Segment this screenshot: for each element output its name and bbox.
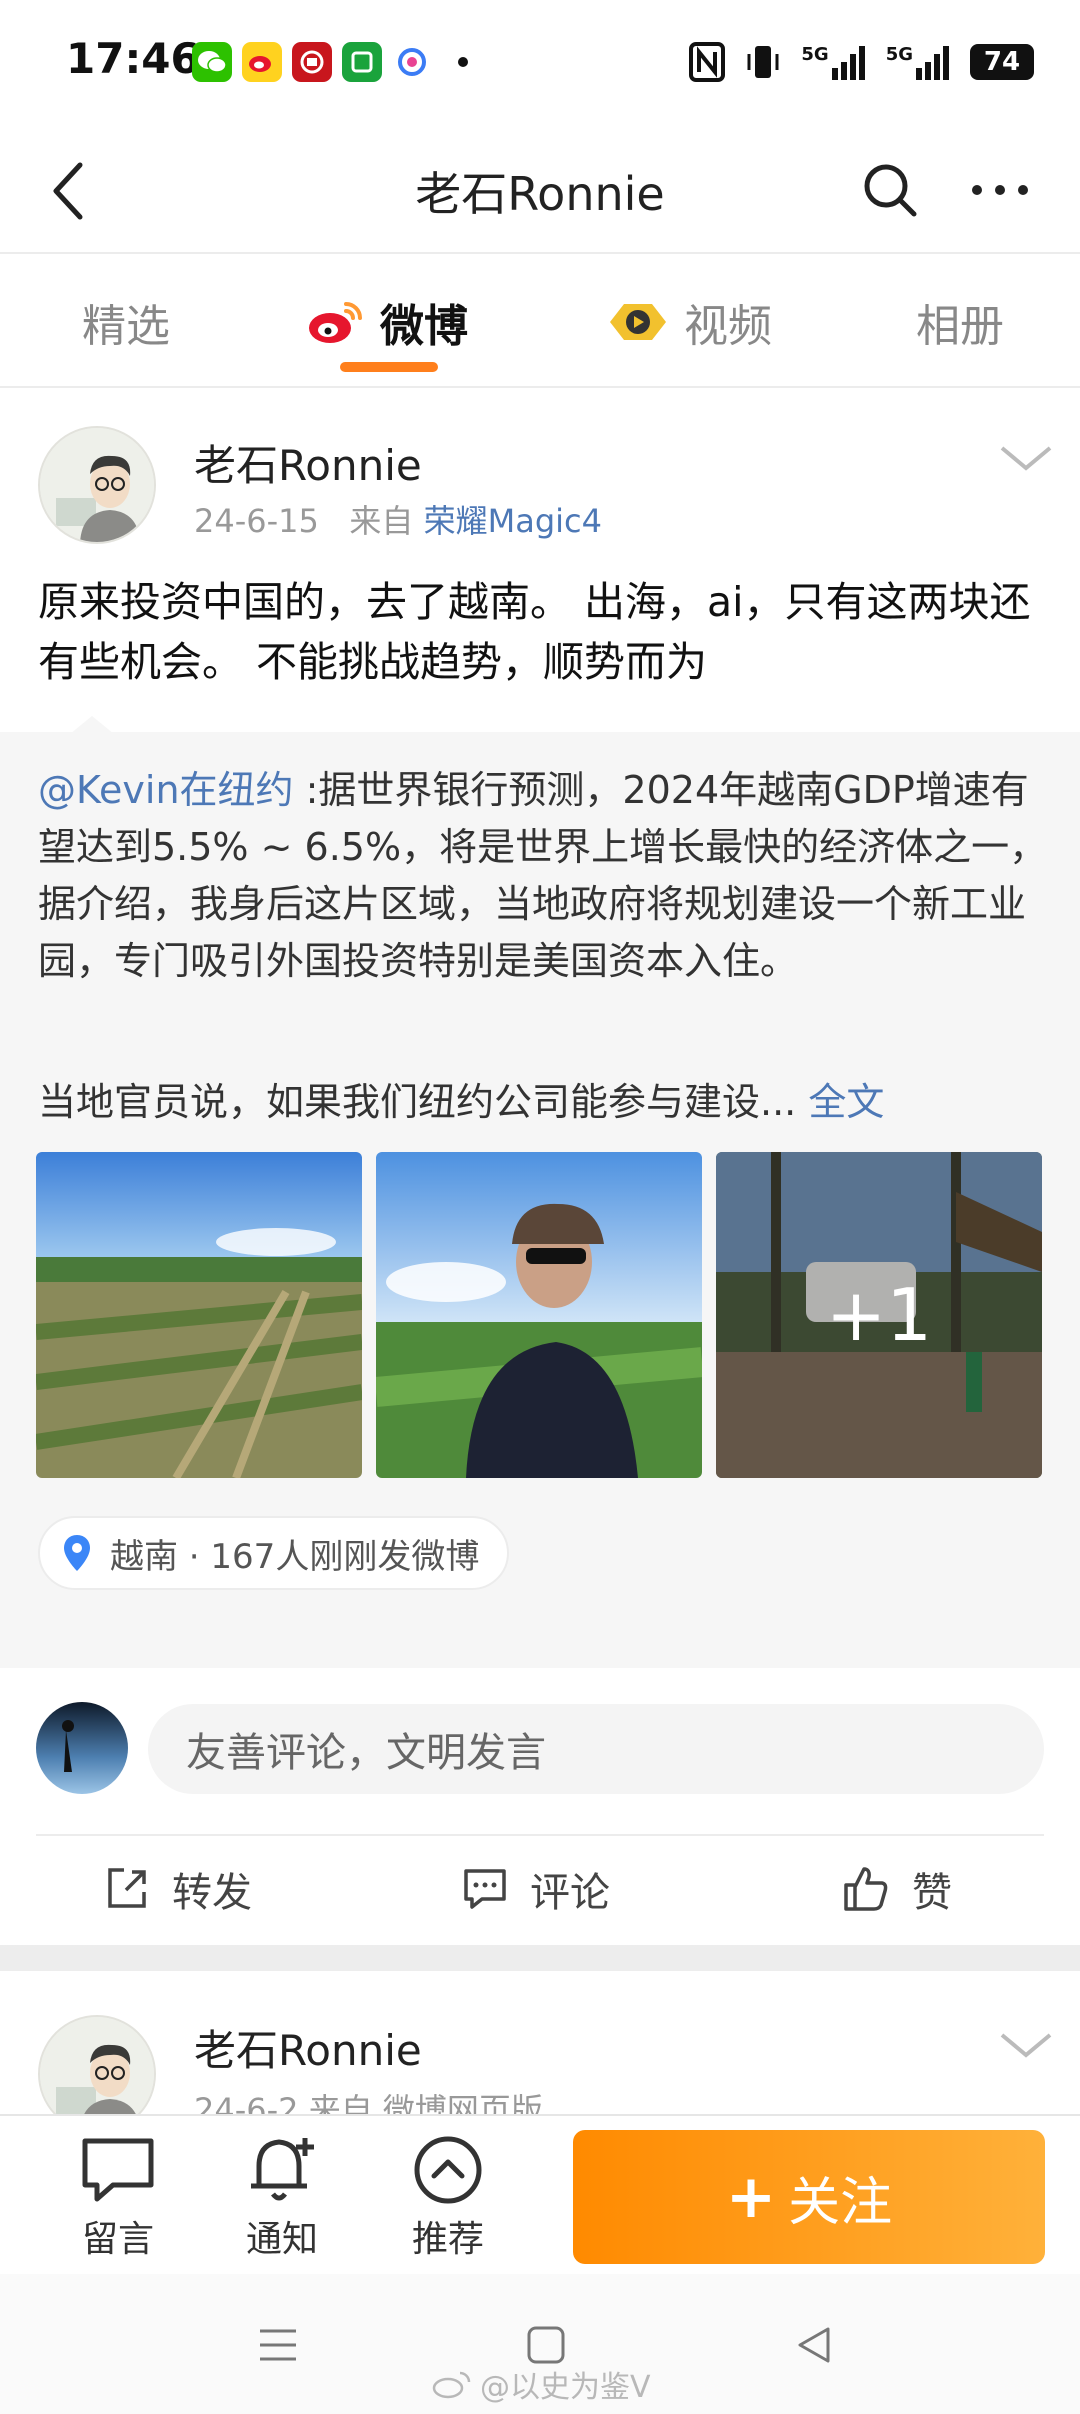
battery-indicator: 74 (970, 44, 1034, 80)
system-back-button[interactable] (774, 2310, 854, 2380)
signal-5g-2: 5G (886, 44, 950, 80)
author-name[interactable]: 老石Ronnie (194, 432, 422, 493)
watermark: @以史为鉴V (432, 2362, 651, 2406)
user-avatar[interactable] (36, 1702, 128, 1794)
weibo-icon (242, 42, 282, 82)
repost-text: @Kevin在纽约 :据世界银行预测，2024年越南GDP增速有望达到5.5% … (38, 762, 1048, 990)
location-text: 越南 · 167人刚刚发微博 (110, 1536, 480, 1577)
triangle-back-icon (798, 2327, 830, 2363)
more-dots-icon (972, 185, 1028, 195)
weibo-watermark-icon (432, 2371, 471, 2399)
location-chip[interactable]: 越南 · 167人刚刚发微博 (38, 1516, 510, 1590)
post-photo-1[interactable] (36, 1152, 362, 1478)
message-button[interactable]: 留言 (58, 2134, 178, 2262)
vibrate-icon (747, 46, 779, 78)
signal-bars-icon (831, 46, 865, 80)
menu-icon (260, 2329, 296, 2361)
post-device[interactable]: 荣耀Magic4 (424, 502, 602, 540)
chevron-down-icon[interactable] (998, 440, 1054, 476)
comment-button[interactable]: 评论 (462, 1836, 610, 1942)
profile-tabs: 精选 微博 视频 相册 (0, 256, 1080, 388)
signal-5g-1: 5G (801, 44, 865, 80)
plus-icon: + (725, 2162, 777, 2232)
source-prefix: 来自 (349, 502, 414, 540)
follow-button[interactable]: + 关注 (573, 2130, 1045, 2264)
chevron-up-circle-icon (406, 2134, 490, 2206)
wechat-icon (192, 42, 232, 82)
post-separator (0, 1945, 1080, 1971)
repost-button[interactable]: 转发 (104, 1836, 252, 1942)
bank-app-icon (292, 42, 332, 82)
post-date: 24-6-15 (194, 502, 319, 540)
circle-app-icon (392, 42, 432, 82)
top-nav-bar: 老石Ronnie (0, 128, 1080, 254)
repost-text-continued: 当地官员说，如果我们纽约公司能参与建设... 全文 (38, 1080, 885, 1124)
bottom-action-bar: 留言 通知 推荐 + 关注 (0, 2114, 1080, 2274)
post-photo-2[interactable] (376, 1152, 702, 1478)
post-action-bar: 转发 评论 赞 (0, 1836, 1080, 1942)
recommend-button[interactable]: 推荐 (388, 2134, 508, 2262)
more-options-button[interactable] (960, 154, 1040, 226)
bell-plus-icon (240, 2134, 324, 2206)
signal-bars-icon (916, 46, 949, 80)
notify-button[interactable]: 通知 (222, 2134, 342, 2262)
active-tab-indicator (340, 362, 438, 372)
more-notifications-dot (458, 57, 468, 67)
tab-weibo[interactable]: 微博 (306, 292, 468, 352)
location-pin-icon (64, 1535, 90, 1571)
video-badge-icon (610, 304, 666, 340)
share-icon (108, 1868, 146, 1908)
green-app-icon (342, 42, 382, 82)
comment-row: 友善评论，文明发言 (0, 1668, 1080, 1814)
comment-input[interactable]: 友善评论，文明发言 (148, 1704, 1044, 1794)
tab-featured[interactable]: 精选 (82, 292, 170, 352)
thumbs-up-icon (844, 1867, 888, 1911)
status-bar: 17:46 5G 5G 74 (0, 0, 1080, 128)
reposted-content[interactable]: @Kevin在纽约 :据世界银行预测，2024年越南GDP增速有望达到5.5% … (0, 732, 1080, 1668)
nfc-icon (689, 42, 726, 82)
tab-video[interactable]: 视频 (606, 292, 772, 352)
search-button[interactable] (854, 154, 926, 226)
recent-apps-button[interactable] (238, 2310, 318, 2380)
status-notification-icons (192, 42, 468, 82)
post-meta: 24-6-15 来自 荣耀Magic4 (194, 496, 602, 542)
mention-link[interactable]: @Kevin在纽约 (38, 768, 294, 812)
tab-album[interactable]: 相册 (916, 292, 1004, 352)
message-icon (76, 2134, 160, 2206)
comment-icon (464, 1869, 506, 1909)
search-icon (864, 164, 917, 217)
more-photos-count: +1 (716, 1152, 1042, 1478)
weibo-post-2: 老石Ronnie 24-6-2 来自 微博网页版 (0, 1971, 1080, 2114)
author-name[interactable]: 老石Ronnie (194, 2017, 422, 2078)
full-text-link[interactable]: 全文 (808, 1080, 884, 1124)
status-time: 17:46 (66, 34, 200, 83)
post-text: 原来投资中国的，去了越南。 出海，ai，只有这两块还有些机会。 不能挑战趋势，顺… (38, 578, 1031, 686)
like-button[interactable]: 赞 (842, 1836, 952, 1942)
chevron-down-icon[interactable] (998, 2027, 1054, 2063)
post-photo-3[interactable]: +1 (716, 1152, 1042, 1478)
weibo-post: 老石Ronnie 24-6-15 来自 荣耀Magic4 原来投资中国的，去了越… (0, 390, 1080, 1945)
author-avatar[interactable] (38, 2015, 156, 2114)
square-icon (527, 2326, 565, 2364)
weibo-logo-icon (309, 302, 362, 343)
status-indicators: 5G 5G 74 (689, 40, 1034, 84)
post-meta: 24-6-2 来自 微博网页版 (194, 2091, 543, 2114)
author-avatar[interactable] (38, 426, 156, 544)
